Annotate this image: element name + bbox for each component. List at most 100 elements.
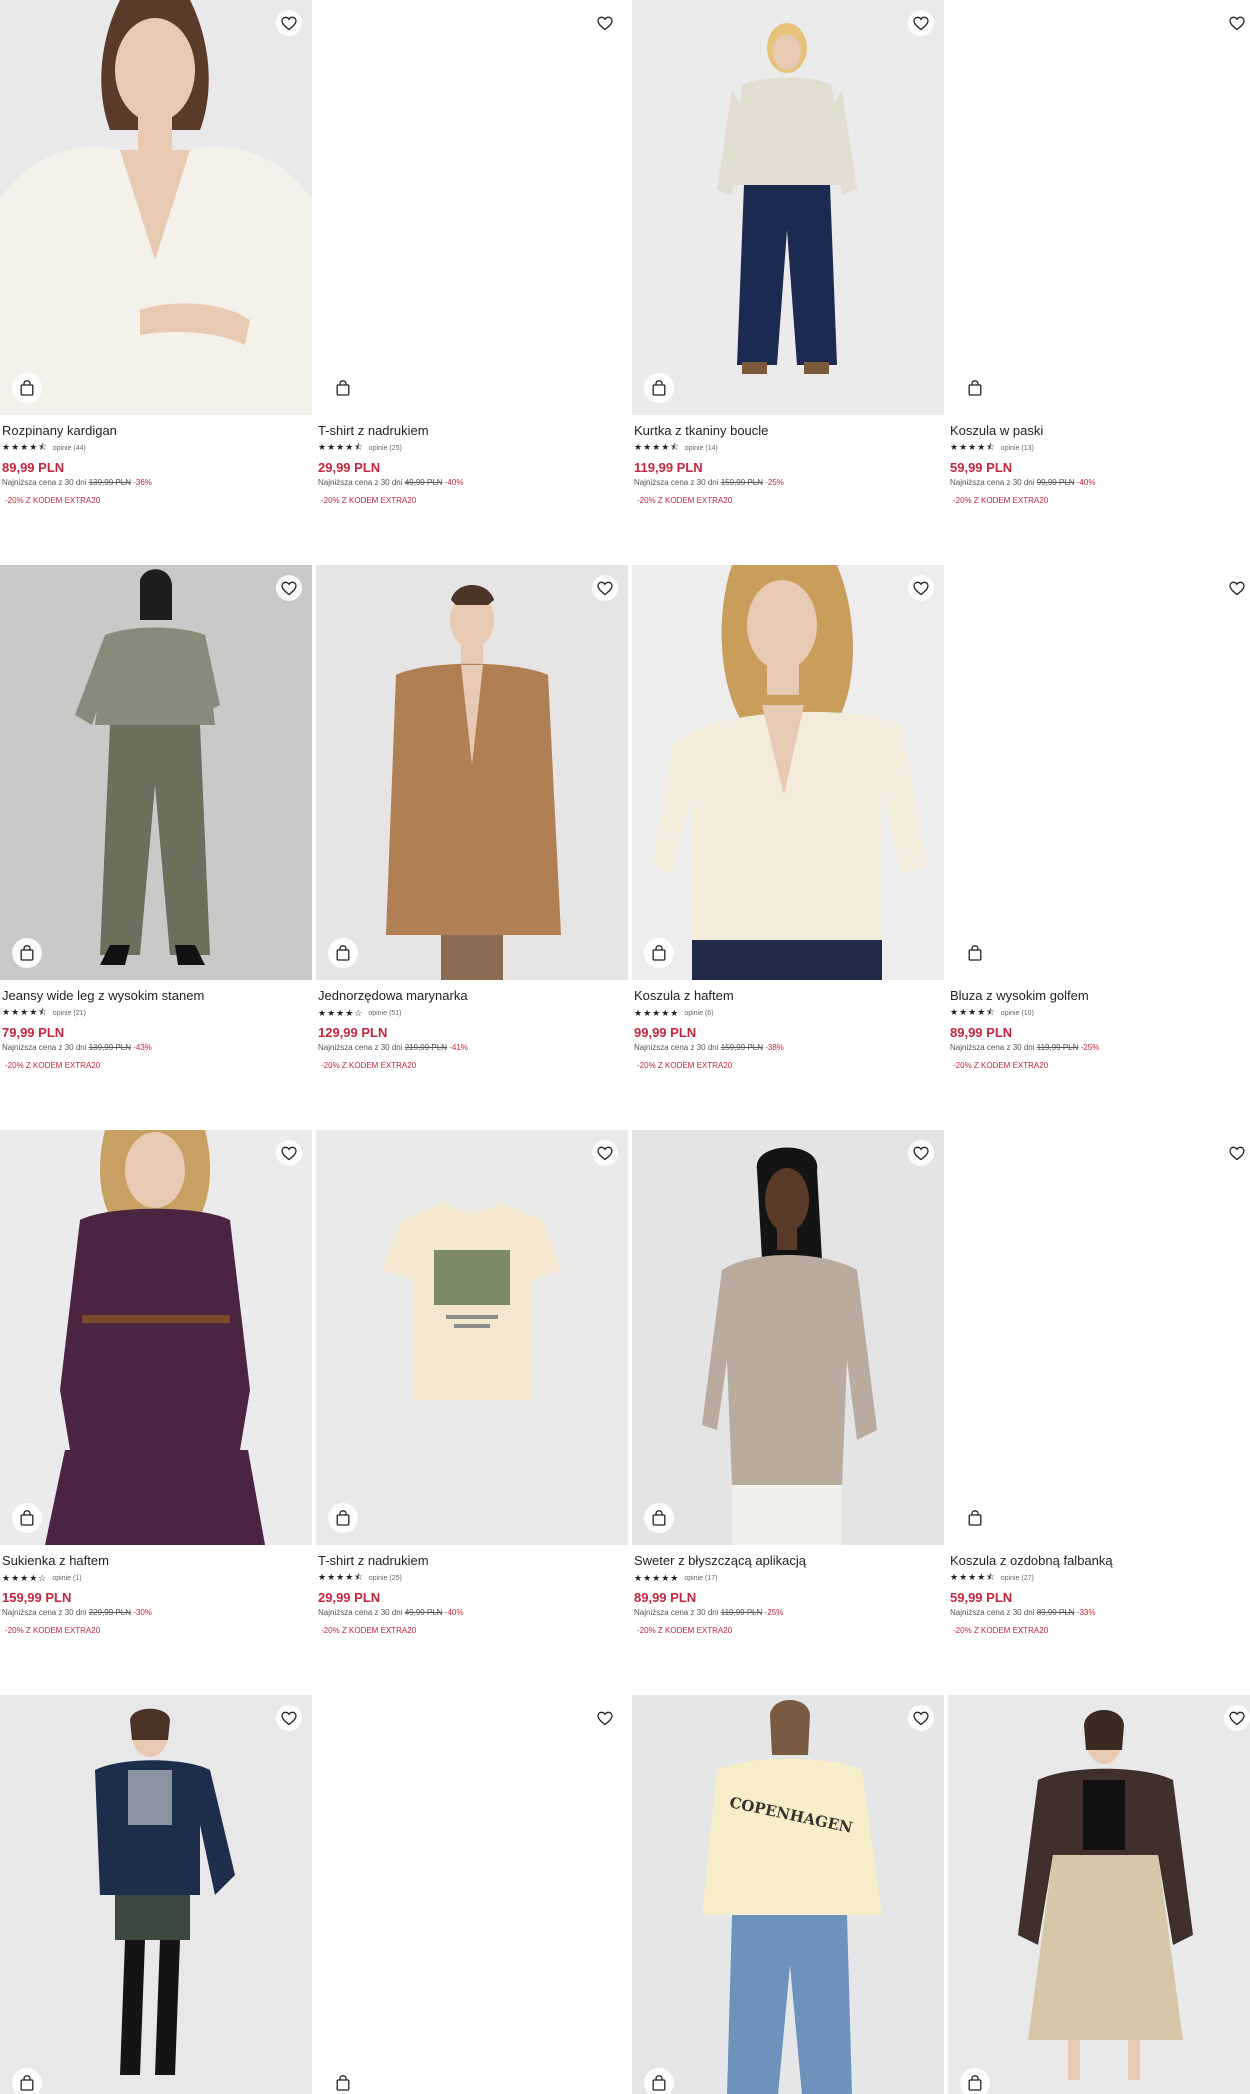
shopping-bag-icon[interactable] [12, 2068, 42, 2094]
product-name[interactable]: Kurtka z tkaniny boucle [634, 423, 942, 439]
product-photo[interactable] [632, 565, 944, 980]
shopping-bag-icon[interactable] [960, 373, 990, 403]
heart-outline-icon[interactable] [592, 1140, 618, 1166]
product-image[interactable] [632, 1130, 944, 1545]
shopping-bag-icon[interactable] [328, 938, 358, 968]
product-card[interactable]: Koszula z ozdobną falbanką ★★★★⯪ opinie … [948, 1130, 1250, 1635]
product-card[interactable]: COPENHAGEN [632, 1695, 944, 2094]
heart-outline-icon[interactable] [908, 1140, 934, 1166]
product-photo[interactable] [0, 0, 312, 415]
product-name[interactable]: T-shirt z nadrukiem [318, 1553, 626, 1569]
review-count[interactable]: opinie (17) [684, 1575, 717, 1582]
product-image[interactable] [316, 1695, 628, 2094]
product-image[interactable] [632, 0, 944, 415]
review-count[interactable]: opinie (25) [369, 445, 402, 452]
product-photo[interactable] [316, 1130, 628, 1545]
product-name[interactable]: Jednorzędowa marynarka [318, 988, 626, 1004]
product-name[interactable]: Koszula z haftem [634, 988, 942, 1004]
heart-outline-icon[interactable] [1224, 1705, 1250, 1731]
review-count[interactable]: opinie (13) [1001, 445, 1034, 452]
product-image[interactable] [0, 565, 312, 980]
product-photo[interactable] [632, 1130, 944, 1545]
product-image[interactable] [632, 565, 944, 980]
product-image[interactable] [948, 1695, 1250, 2094]
shopping-bag-icon[interactable] [960, 938, 990, 968]
review-count[interactable]: opinie (14) [685, 445, 718, 452]
shopping-bag-icon[interactable] [644, 1503, 674, 1533]
product-card[interactable]: Bluza z wysokim golfem ★★★★⯪ opinie (10)… [948, 565, 1250, 1070]
review-count[interactable]: opinie (27) [1001, 1575, 1034, 1582]
product-card[interactable]: Jednorzędowa marynarka ★★★★☆ opinie (51)… [316, 565, 628, 1070]
heart-outline-icon[interactable] [592, 10, 618, 36]
heart-outline-icon[interactable] [1224, 575, 1250, 601]
product-image[interactable] [0, 1695, 312, 2094]
shopping-bag-icon[interactable] [644, 2068, 674, 2094]
product-image[interactable] [316, 565, 628, 980]
product-card[interactable]: T-shirt z nadrukiem ★★★★⯪ opinie (25) 29… [316, 0, 628, 505]
product-photo[interactable] [948, 1695, 1250, 2094]
heart-outline-icon[interactable] [276, 575, 302, 601]
review-count[interactable]: opinie (10) [1001, 1010, 1034, 1017]
product-card[interactable]: Koszula w paski ★★★★⯪ opinie (13) 59,99 … [948, 0, 1250, 505]
heart-outline-icon[interactable] [276, 1140, 302, 1166]
product-image[interactable] [948, 565, 1250, 980]
product-image[interactable]: COPENHAGEN [632, 1695, 944, 2094]
shopping-bag-icon[interactable] [960, 2068, 990, 2094]
product-photo[interactable]: COPENHAGEN [632, 1695, 944, 2094]
product-card[interactable]: Sukienka z haftem ★★★★☆ opinie (1) 159,9… [0, 1130, 312, 1635]
product-image[interactable] [948, 1130, 1250, 1545]
heart-outline-icon[interactable] [276, 10, 302, 36]
shopping-bag-icon[interactable] [328, 1503, 358, 1533]
product-card[interactable] [316, 1695, 628, 2094]
review-count[interactable]: opinie (25) [369, 1575, 402, 1582]
product-name[interactable]: Koszula w paski [950, 423, 1250, 439]
review-count[interactable]: opinie (44) [53, 445, 86, 452]
product-name[interactable]: Bluza z wysokim golfem [950, 988, 1250, 1004]
shopping-bag-icon[interactable] [328, 373, 358, 403]
product-name[interactable]: Koszula z ozdobną falbanką [950, 1553, 1250, 1569]
shopping-bag-icon[interactable] [328, 2068, 358, 2094]
review-count[interactable]: opinie (1) [52, 1575, 81, 1582]
product-card[interactable]: Sweter z błyszczącą aplikacją ★★★★★ opin… [632, 1130, 944, 1635]
review-count[interactable]: opinie (51) [368, 1010, 401, 1017]
product-photo[interactable] [632, 0, 944, 415]
shopping-bag-icon[interactable] [12, 373, 42, 403]
review-count[interactable]: opinie (21) [53, 1010, 86, 1017]
lowest-price-label: Najniższa cena z 30 dni [2, 1043, 87, 1052]
product-card[interactable] [948, 1695, 1250, 2094]
shopping-bag-icon[interactable] [960, 1503, 990, 1533]
shopping-bag-icon[interactable] [12, 938, 42, 968]
product-photo[interactable] [0, 565, 312, 980]
product-card[interactable]: Jeansy wide leg z wysokim stanem ★★★★⯪ o… [0, 565, 312, 1070]
product-image[interactable] [0, 0, 312, 415]
product-name[interactable]: Rozpinany kardigan [2, 423, 310, 439]
product-name[interactable]: Sweter z błyszczącą aplikacją [634, 1553, 942, 1569]
product-photo[interactable] [0, 1695, 312, 2094]
heart-outline-icon[interactable] [276, 1705, 302, 1731]
heart-outline-icon[interactable] [908, 1705, 934, 1731]
shopping-bag-icon[interactable] [644, 938, 674, 968]
product-name[interactable]: Sukienka z haftem [2, 1553, 310, 1569]
heart-outline-icon[interactable] [1224, 10, 1250, 36]
product-photo[interactable] [316, 565, 628, 980]
product-photo[interactable] [0, 1130, 312, 1545]
product-name[interactable]: Jeansy wide leg z wysokim stanem [2, 988, 310, 1004]
product-image[interactable] [0, 1130, 312, 1545]
heart-outline-icon[interactable] [1224, 1140, 1250, 1166]
shopping-bag-icon[interactable] [644, 373, 674, 403]
product-card[interactable] [0, 1695, 312, 2094]
product-image[interactable] [948, 0, 1250, 415]
review-count[interactable]: opinie (6) [684, 1010, 713, 1017]
product-image[interactable] [316, 0, 628, 415]
product-card[interactable]: T-shirt z nadrukiem ★★★★⯪ opinie (25) 29… [316, 1130, 628, 1635]
heart-outline-icon[interactable] [908, 575, 934, 601]
heart-outline-icon[interactable] [908, 10, 934, 36]
product-name[interactable]: T-shirt z nadrukiem [318, 423, 626, 439]
shopping-bag-icon[interactable] [12, 1503, 42, 1533]
product-image[interactable] [316, 1130, 628, 1545]
heart-outline-icon[interactable] [592, 575, 618, 601]
product-card[interactable]: Rozpinany kardigan ★★★★⯪ opinie (44) 89,… [0, 0, 312, 505]
heart-outline-icon[interactable] [592, 1705, 618, 1731]
product-card[interactable]: Koszula z haftem ★★★★★ opinie (6) 99,99 … [632, 565, 944, 1070]
product-card[interactable]: Kurtka z tkaniny boucle ★★★★⯪ opinie (14… [632, 0, 944, 505]
